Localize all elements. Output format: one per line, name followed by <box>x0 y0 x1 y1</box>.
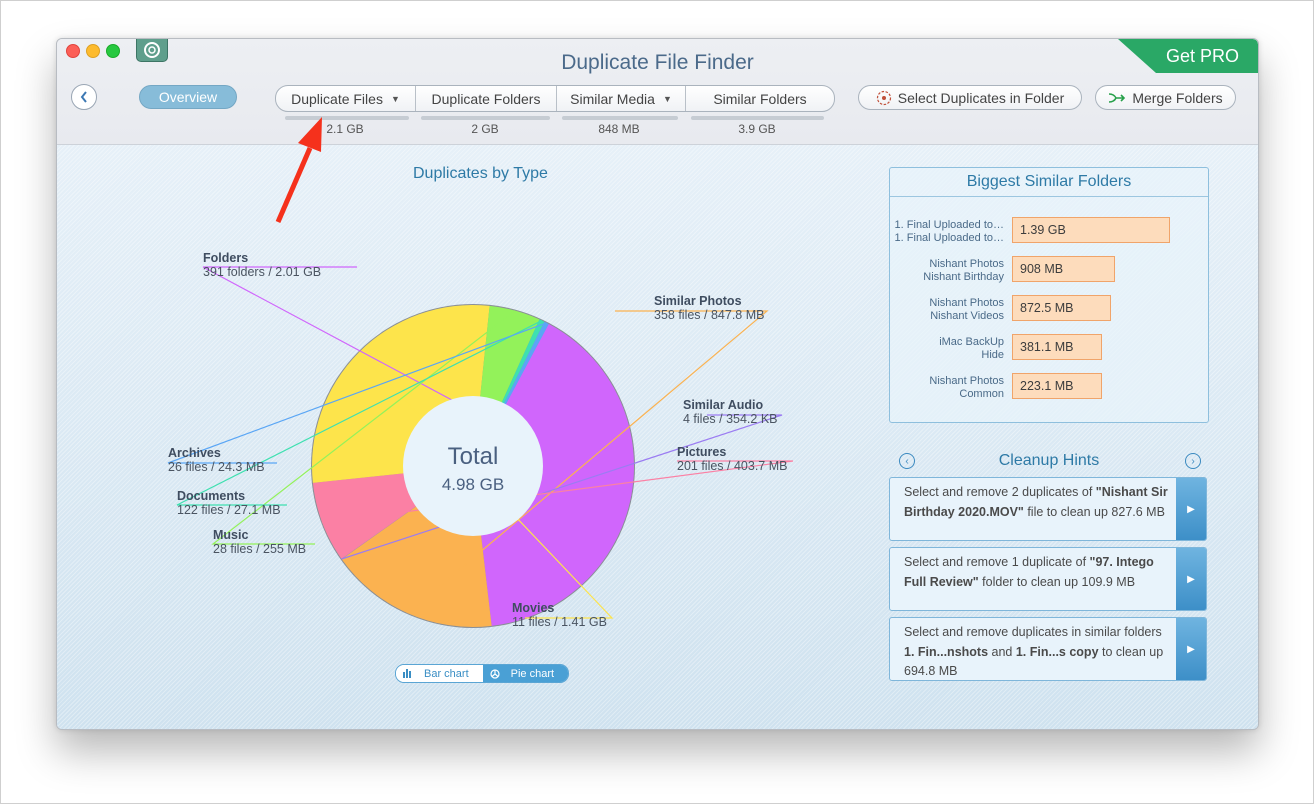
similar-folder-row[interactable]: iMac BackUp Hide 381.1 MB <box>890 334 1208 364</box>
size-similar-media: 848 MB <box>598 122 640 136</box>
size-bar-similar-folders <box>691 116 824 120</box>
label-similar-photos: Similar Photos 358 files / 847.8 MB <box>654 294 765 322</box>
folder-size-bar: 908 MB <box>1012 256 1116 282</box>
cleanup-hint-card: Select and remove duplicates in similar … <box>889 617 1207 681</box>
merge-folders-label: Merge Folders <box>1132 89 1223 106</box>
chevron-left-icon <box>80 91 87 103</box>
cleanup-hints-title: Cleanup Hints <box>998 452 1100 469</box>
merge-icon <box>1109 92 1126 103</box>
tab-label: Similar Media <box>570 90 655 107</box>
tab-duplicate-folders[interactable]: Duplicate Folders <box>416 86 557 111</box>
dropdown-caret-icon: ▼ <box>662 93 672 104</box>
window-title: Duplicate File Finder <box>561 51 754 74</box>
folder-size-bar: 223.1 MB <box>1012 373 1102 399</box>
label-folders: Folders 391 folders / 2.01 GB <box>203 251 322 279</box>
select-duplicates-in-folder-button[interactable]: Select Duplicates in Folder <box>858 85 1082 110</box>
play-arrow-icon: ▶ <box>1187 503 1195 515</box>
similar-folder-row[interactable]: 1. Final Uploaded to… 1. Final Uploaded t… <box>890 217 1208 247</box>
label-documents: Documents 122 files / 27.1 MB <box>177 489 281 517</box>
pie-chart: Total 4.98 GB <box>167 266 794 628</box>
hint-go-button[interactable]: ▶ <box>1176 618 1206 680</box>
tab-similar-folders[interactable]: Similar Folders <box>686 86 834 111</box>
select-duplicates-label: Select Duplicates in Folder <box>897 89 1065 106</box>
folder-pair-names: Nishant Photos Nishant Videos <box>929 297 1004 322</box>
size-duplicate-folders: 2 GB <box>471 122 499 136</box>
tab-label: Duplicate Files <box>291 90 383 107</box>
hints-next-button[interactable]: › <box>1185 453 1201 469</box>
folder-pair-names: 1. Final Uploaded to… 1. Final Uploaded t… <box>894 219 1004 244</box>
panel-title: Biggest Similar Folders <box>890 168 1208 197</box>
get-pro-label: Get PRO <box>1165 45 1239 66</box>
target-icon <box>876 90 891 105</box>
bar-chart-icon <box>403 669 411 678</box>
size-bar-duplicate-files <box>285 116 409 120</box>
label-music: Music 28 files / 255 MB <box>213 528 307 556</box>
hint-go-button[interactable]: ▶ <box>1176 478 1206 540</box>
hint-text: Select and remove 2 duplicates of "Nisha… <box>904 485 1168 519</box>
folder-pair-names: Nishant Photos Common <box>929 375 1004 400</box>
app-window: Duplicate File Finder Get PRO Overview D… <box>56 38 1259 730</box>
biggest-similar-folders-panel: Biggest Similar Folders 1. Final Uploade… <box>889 167 1209 423</box>
play-arrow-icon: ▶ <box>1187 573 1195 585</box>
play-arrow-icon: ▶ <box>1187 643 1195 655</box>
folder-size-bar: 381.1 MB <box>1012 334 1102 360</box>
hint-go-button[interactable]: ▶ <box>1176 548 1206 610</box>
folder-pair-names: Nishant Photos Nishant Birthday <box>923 258 1004 283</box>
similar-folder-row[interactable]: Nishant Photos Common 223.1 MB <box>890 373 1208 403</box>
size-duplicate-files: 2.1 GB <box>326 122 364 136</box>
label-similar-audio: Similar Audio 4 files / 354.2 KB <box>683 398 778 426</box>
merge-folders-button[interactable]: Merge Folders <box>1095 85 1236 110</box>
label-movies: Movies 11 files / 1.41 GB <box>512 601 607 629</box>
bar-chart-toggle[interactable]: Bar chart <box>396 665 483 682</box>
tab-duplicate-files[interactable]: Duplicate Files ▼ <box>276 86 416 111</box>
pie-center-value: 4.98 GB <box>442 475 504 494</box>
pie-chart-icon <box>490 668 500 679</box>
similar-folder-row[interactable]: Nishant Photos Nishant Videos 872.5 MB <box>890 295 1208 325</box>
tab-label: Similar Folders <box>713 90 807 107</box>
folder-size-bar: 872.5 MB <box>1012 295 1112 321</box>
size-bar-similar-media <box>562 116 678 120</box>
hint-text: Select and remove 1 duplicate of "97. In… <box>904 555 1154 589</box>
similar-folder-row[interactable]: Nishant Photos Nishant Birthday 908 MB <box>890 256 1208 286</box>
cleanup-hint-card: Select and remove 2 duplicates of "Nisha… <box>889 477 1207 541</box>
tab-similar-media[interactable]: Similar Media ▼ <box>557 86 686 111</box>
overview-content: Duplicates by Type Total 4.98 GB Folders 3… <box>57 145 1258 729</box>
size-bar-duplicate-folders <box>421 116 550 120</box>
label-pictures: Pictures 201 files / 403.7 MB <box>677 445 788 473</box>
pie-center-label: Total <box>448 443 499 470</box>
cleanup-hint-card: Select and remove 1 duplicate of "97. In… <box>889 547 1207 611</box>
dropdown-caret-icon: ▼ <box>390 93 400 104</box>
hint-text: Select and remove duplicates in similar … <box>904 625 1164 678</box>
title-bar: Duplicate File Finder Get PRO Overview D… <box>57 39 1258 145</box>
tab-label: Duplicate Folders <box>431 90 541 107</box>
size-similar-folders: 3.9 GB <box>738 122 776 136</box>
category-tabs: Duplicate Files ▼ Duplicate Folders Simil… <box>275 85 835 112</box>
label-archives: Archives 26 files / 24.3 MB <box>168 446 265 474</box>
pie-chart-toggle[interactable]: Pie chart <box>482 665 569 682</box>
folder-size-bar: 1.39 GB <box>1012 217 1170 243</box>
back-button[interactable] <box>71 84 97 110</box>
chart-view-toggle: Bar chart Pie chart <box>395 664 570 683</box>
overview-button[interactable]: Overview <box>139 85 237 109</box>
folder-pair-names: iMac BackUp Hide <box>939 336 1004 361</box>
